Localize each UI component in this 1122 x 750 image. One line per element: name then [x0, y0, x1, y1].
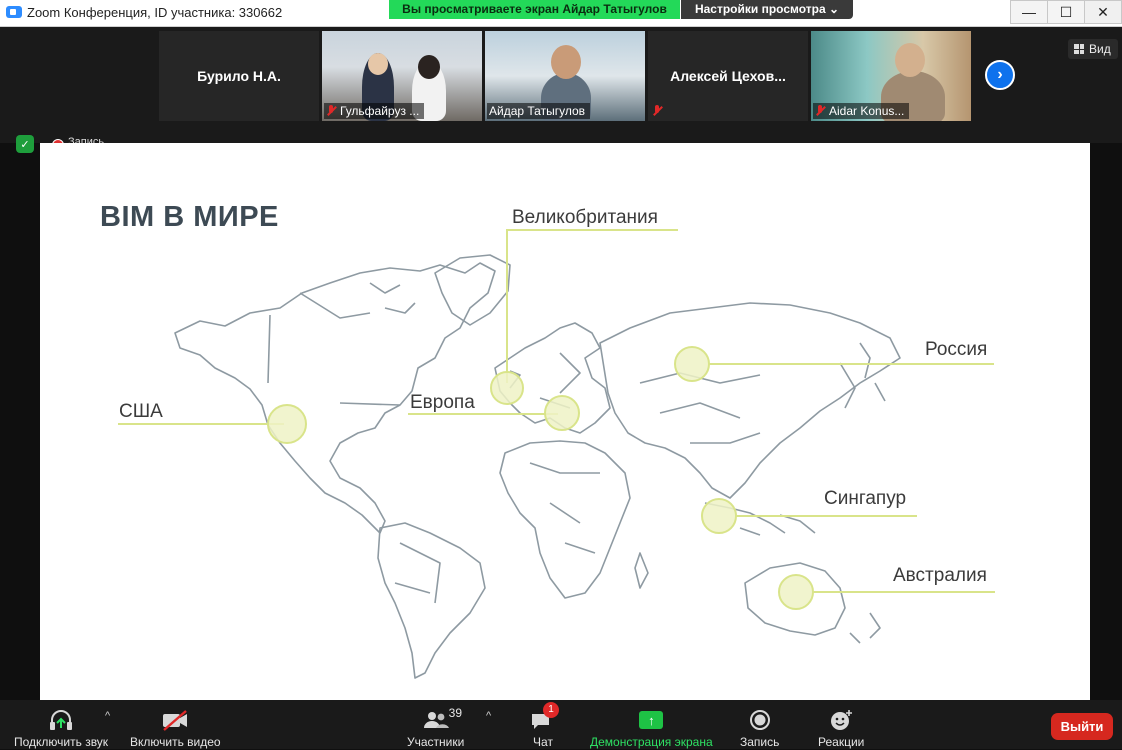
map-south-america — [377, 522, 486, 679]
uk-connector-line — [506, 229, 678, 383]
record-icon — [746, 708, 774, 732]
slide-title: BIM В МИРЕ — [100, 201, 279, 233]
participant-tile[interactable]: Aidar Konus... — [811, 31, 971, 121]
chevron-right-icon: › — [997, 66, 1003, 83]
label-australia: Австралия — [893, 565, 987, 586]
participant-video-face — [551, 45, 581, 79]
participant-caption — [650, 103, 671, 119]
chat-icon: 1 — [529, 702, 559, 732]
map-asia — [599, 302, 901, 499]
shared-screen-slide: BIM В МИРЕ Великобритания Россия США Евр… — [40, 143, 1090, 700]
start-video-button[interactable]: Включить видео — [130, 700, 221, 750]
australia-marker — [778, 574, 814, 610]
join-audio-button[interactable]: Подключить звук — [14, 700, 108, 750]
participant-video-face — [368, 53, 388, 75]
uk-marker — [490, 371, 524, 405]
participant-video-hair — [418, 55, 440, 79]
participants-button[interactable]: 39 Участники — [407, 700, 464, 750]
smiley-icon — [827, 708, 855, 732]
reactions-label: Реакции — [818, 735, 865, 749]
europe-marker — [544, 395, 580, 431]
participant-tile-active-speaker[interactable]: Айдар Татыгулов — [485, 31, 645, 121]
headphones-icon — [47, 708, 75, 732]
label-uk: Великобритания — [512, 207, 658, 228]
view-button-label: Вид — [1089, 42, 1111, 56]
minimize-button[interactable]: — — [1010, 0, 1048, 24]
audio-options-chevron-icon[interactable]: ^ — [105, 710, 110, 722]
participant-name: Гульфайруз ... — [340, 104, 420, 118]
participant-tile[interactable]: Бурило Н.А. — [159, 31, 319, 121]
view-options-dropdown[interactable]: Настройки просмотра ⌄ — [681, 0, 853, 19]
join-audio-label: Подключить звук — [14, 735, 109, 749]
russia-marker — [674, 346, 710, 382]
chat-button[interactable]: 1 Чат — [529, 700, 559, 750]
usa-marker — [267, 404, 307, 444]
participant-tile[interactable]: Гульфайруз ... — [322, 31, 482, 121]
participant-caption: Гульфайруз ... — [324, 103, 425, 119]
participant-name: Aidar Konus... — [829, 104, 905, 118]
participant-tile[interactable]: Алексей Цехов... — [648, 31, 808, 121]
participant-strip: Бурило Н.А. Гульфайруз ... Айдар Татыгул… — [0, 27, 1122, 143]
participant-name: Алексей Цехов... — [670, 68, 786, 84]
close-window-button[interactable]: ✕ — [1084, 0, 1122, 24]
zoom-app-icon — [6, 6, 22, 18]
world-map-continents — [174, 254, 901, 679]
chat-label: Чат — [533, 735, 553, 749]
screen-share-banner: Вы просматриваете экран Айдар Татыгулов — [389, 0, 680, 19]
participant-caption: Aidar Konus... — [813, 103, 910, 119]
label-russia: Россия — [925, 339, 988, 360]
reactions-button[interactable]: Реакции — [818, 700, 864, 750]
participants-count: 39 — [448, 706, 463, 720]
view-layout-button[interactable]: Вид — [1068, 39, 1118, 59]
participant-name: Айдар Татыгулов — [489, 104, 586, 118]
video-off-icon — [161, 708, 189, 732]
share-screen-icon: ↑ — [637, 708, 665, 732]
map-markers — [267, 346, 814, 610]
mic-muted-icon — [326, 105, 336, 117]
label-singapore: Сингапур — [824, 488, 907, 509]
meeting-toolbar: Подключить звук ^ Включить видео 39 Учас… — [0, 700, 1122, 749]
label-usa: США — [119, 401, 163, 422]
participant-name: Бурило Н.А. — [197, 68, 281, 84]
participants-icon: 39 — [422, 706, 462, 732]
share-screen-button[interactable]: ↑ Демонстрация экрана — [590, 700, 713, 750]
start-video-label: Включить видео — [130, 735, 221, 749]
participants-options-chevron-icon[interactable]: ^ — [486, 710, 491, 722]
next-participants-button[interactable]: › — [985, 60, 1015, 90]
grid-view-icon — [1074, 44, 1084, 54]
mic-muted-icon — [815, 105, 825, 117]
participants-label: Участники — [407, 735, 465, 749]
label-europe: Европа — [410, 392, 475, 413]
leave-meeting-button[interactable]: Выйти — [1051, 713, 1113, 740]
maximize-button[interactable]: ☐ — [1047, 0, 1085, 24]
share-screen-label: Демонстрация экрана — [590, 735, 713, 749]
mic-muted-icon — [652, 105, 662, 117]
participant-caption: Айдар Татыгулов — [487, 103, 591, 119]
participant-video-face — [895, 43, 925, 77]
window-title: Zoom Конференция, ID участника: 330662 — [27, 5, 283, 20]
window-controls: — ☐ ✕ — [1010, 0, 1122, 24]
map-greenland — [434, 254, 511, 326]
record-label: Запись — [740, 735, 780, 749]
record-button[interactable]: Запись — [740, 700, 779, 750]
security-shield-icon[interactable]: ✓ — [16, 135, 34, 153]
chat-unread-badge: 1 — [543, 702, 559, 718]
map-africa — [499, 440, 631, 599]
singapore-marker — [701, 498, 737, 534]
